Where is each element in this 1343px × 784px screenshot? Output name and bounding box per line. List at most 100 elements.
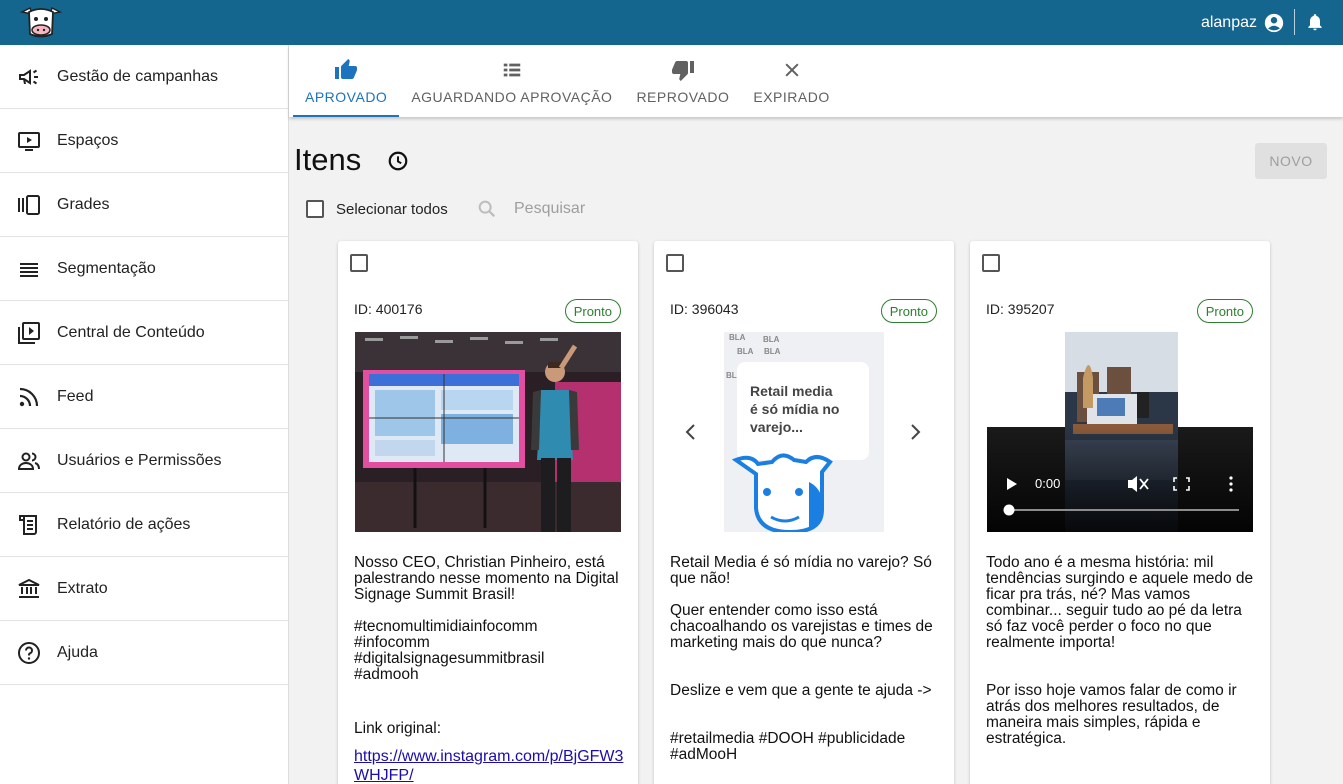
- card-checkbox[interactable]: [982, 254, 1000, 272]
- sidebar-item-espacos[interactable]: Espaços: [0, 109, 288, 173]
- rss-icon: [17, 385, 41, 409]
- search-icon: [478, 200, 496, 218]
- sidebar-item-ajuda[interactable]: Ajuda: [0, 621, 288, 685]
- chevron-left-icon[interactable]: [683, 422, 699, 442]
- tab-aprovado[interactable]: APROVADO: [293, 45, 400, 117]
- tab-label: APROVADO: [305, 89, 388, 105]
- item-description: Todo ano é a mesma história: mil tendênc…: [986, 555, 1256, 763]
- close-icon: [779, 57, 805, 83]
- hashtags: #retailmedia #DOOH #publicidade #adMooH: [670, 730, 906, 763]
- list-icon: [499, 57, 525, 83]
- content-card: ID: 400176 Pronto Nosso CEO, Christian P…: [338, 241, 638, 784]
- search-bar: [476, 198, 694, 220]
- content-card: ID: 395207 Pronto 0:00 Todo ano é a mesm…: [970, 241, 1270, 784]
- description-paragraph: Por isso hoje vamos falar de como ir atr…: [986, 682, 1237, 747]
- video-frame: 0:00: [987, 332, 1253, 532]
- sidebar-item-campanhas[interactable]: Gestão de campanhas: [0, 45, 288, 109]
- megaphone-icon: [17, 65, 41, 89]
- sidebar-item-extrato[interactable]: Extrato: [0, 557, 288, 621]
- sidebar-item-label: Central de Conteúdo: [57, 323, 205, 341]
- sidebar-item-label: Segmentação: [57, 259, 156, 277]
- tab-reprovado[interactable]: REPROVADO: [624, 45, 741, 117]
- tab-aguardando-aprovacao[interactable]: AGUARDANDO APROVAÇÃO: [399, 45, 624, 117]
- search-input[interactable]: [514, 200, 694, 218]
- description-paragraph: Quer entender como isso está chacoalhand…: [670, 602, 933, 651]
- status-badge: Pronto: [880, 299, 937, 323]
- sidebar: Gestão de campanhas Espaços Grades Segme…: [0, 45, 289, 784]
- receipt-icon: [17, 513, 41, 537]
- chevron-right-icon[interactable]: [907, 422, 923, 442]
- svg-text:BLA: BLA: [763, 335, 780, 344]
- tab-label: REPROVADO: [636, 89, 730, 105]
- item-id: ID: 395207: [986, 301, 1055, 317]
- tab-label: AGUARDANDO APROVAÇÃO: [411, 89, 613, 105]
- sidebar-item-label: Usuários e Permissões: [57, 451, 222, 469]
- video-progress-handle[interactable]: [1003, 504, 1015, 516]
- video-player[interactable]: 0:00: [987, 332, 1253, 532]
- item-id: ID: 400176: [354, 301, 423, 317]
- play-screen-icon: [17, 129, 41, 153]
- sidebar-item-feed[interactable]: Feed: [0, 365, 288, 429]
- description-paragraph: Nosso CEO, Christian Pinheiro, está pale…: [354, 554, 619, 603]
- carousel-frame: BLA BLABLA BLABLA Retail media é só mídia …: [671, 332, 937, 532]
- content-card: ID: 396043 Pronto BLA BLA BLA BLA BLA Retail…: [654, 241, 954, 784]
- sidebar-item-relatorio[interactable]: Relatório de ações: [0, 493, 288, 557]
- item-id: ID: 396043: [670, 301, 739, 317]
- svg-text:é só mídia no: é só mídia no: [750, 401, 839, 417]
- description-paragraph: Todo ano é a mesma história: mil tendênc…: [986, 554, 1254, 651]
- top-app-bar: alanpaz: [0, 0, 1343, 45]
- card-checkbox[interactable]: [666, 254, 684, 272]
- sidebar-item-segmentacao[interactable]: Segmentação: [0, 237, 288, 301]
- svg-text:BLA: BLA: [737, 347, 754, 356]
- sidebar-item-label: Espaços: [57, 131, 119, 149]
- description-paragraph: Retail Media é só mídia no varejo? Só qu…: [670, 554, 932, 587]
- more-vert-icon[interactable]: [1229, 476, 1233, 492]
- video-time: 0:00: [1035, 476, 1060, 491]
- content-image[interactable]: [355, 332, 621, 532]
- carousel-icon: [17, 193, 41, 217]
- people-icon: [17, 449, 41, 473]
- description-paragraph: Deslize e vem que a gente te ajuda ->: [670, 682, 932, 699]
- thumb-down-icon: [670, 57, 696, 83]
- original-link[interactable]: https://www.instagram.com/p/BjGFW3WHJFP/: [354, 748, 623, 784]
- item-description: Nosso CEO, Christian Pinheiro, está pale…: [354, 555, 624, 784]
- bank-icon: [17, 577, 41, 601]
- sidebar-item-central-conteudo[interactable]: Central de Conteúdo: [0, 301, 288, 365]
- video-library-icon: [17, 321, 41, 345]
- help-icon: [17, 641, 41, 665]
- notification-bell-icon[interactable]: [1305, 11, 1325, 33]
- sidebar-item-usuarios[interactable]: Usuários e Permissões: [0, 429, 288, 493]
- header-divider: [1294, 9, 1295, 35]
- sidebar-item-label: Relatório de ações: [57, 515, 191, 533]
- username: alanpaz: [1200, 13, 1257, 31]
- list-icon: [17, 257, 41, 281]
- history-clock-icon[interactable]: [387, 150, 409, 172]
- new-item-button[interactable]: NOVO: [1255, 143, 1327, 179]
- hashtags: #tecnomultimidiainfocomm #infocomm #digi…: [354, 618, 545, 683]
- svg-text:varejo...: varejo...: [750, 419, 803, 435]
- sidebar-item-label: Extrato: [57, 579, 108, 597]
- status-tabs: APROVADO AGUARDANDO APROVAÇÃO REPROVADO …: [289, 45, 1343, 117]
- svg-text:BLA: BLA: [764, 347, 781, 356]
- status-badge: Pronto: [564, 299, 621, 323]
- link-label: Link original:: [354, 720, 442, 737]
- card-checkbox[interactable]: [350, 254, 368, 272]
- sidebar-item-label: Gestão de campanhas: [57, 67, 218, 85]
- video-progress-track[interactable]: [1007, 509, 1239, 511]
- svg-text:Retail media: Retail media: [750, 383, 833, 399]
- page-title: Itens: [294, 142, 362, 177]
- select-all-checkbox[interactable]: Selecionar todos: [306, 200, 448, 218]
- cow-logo-icon[interactable]: [18, 4, 64, 40]
- sidebar-item-grades[interactable]: Grades: [0, 173, 288, 237]
- status-badge: Pronto: [1196, 299, 1253, 323]
- account-circle-icon: [1264, 13, 1284, 32]
- tab-label: EXPIRADO: [753, 89, 830, 105]
- sidebar-item-label: Grades: [57, 195, 110, 213]
- user-menu[interactable]: alanpaz: [1201, 0, 1285, 45]
- decor-text: BLA: [729, 333, 746, 342]
- checkbox[interactable]: [306, 200, 324, 218]
- thumb-up-icon: [333, 57, 359, 83]
- carousel: BLA BLA BLA BLA BLA Retail media é só mídia …: [671, 332, 937, 532]
- tab-expirado[interactable]: EXPIRADO: [741, 45, 841, 117]
- sidebar-item-label: Feed: [57, 387, 94, 405]
